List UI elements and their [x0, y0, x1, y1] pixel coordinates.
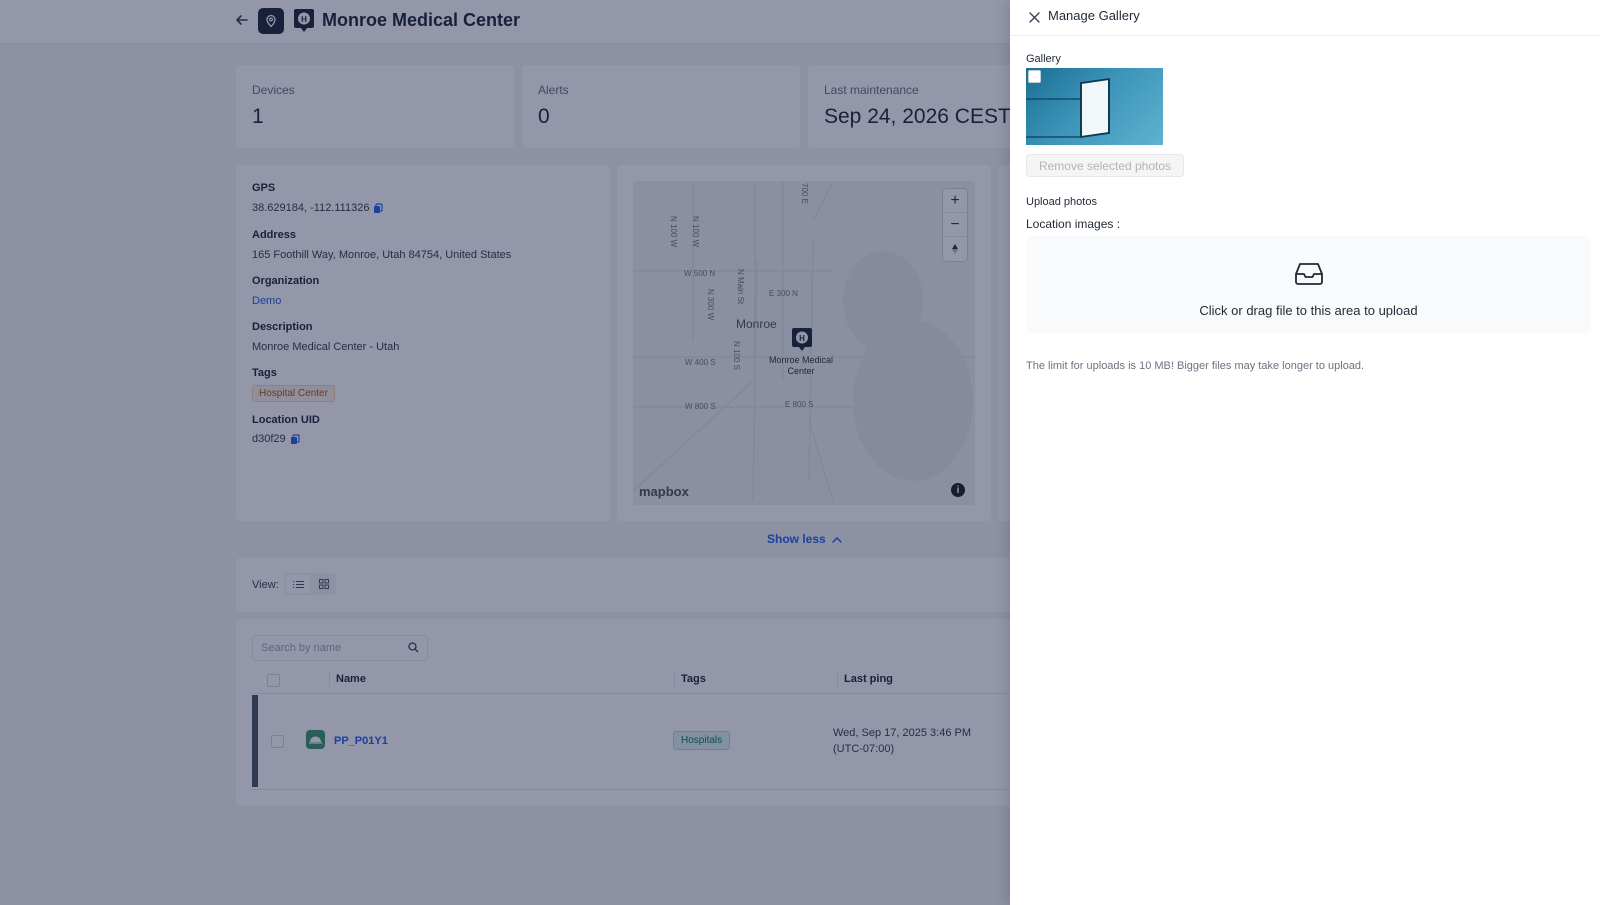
- remove-selected-photos-button[interactable]: Remove selected photos: [1026, 154, 1184, 177]
- upload-limit-note: The limit for uploads is 10 MB! Bigger f…: [1026, 360, 1365, 372]
- inbox-icon: [1294, 258, 1324, 288]
- upload-dropzone[interactable]: Click or drag file to this area to uploa…: [1026, 236, 1591, 333]
- photo-kiosk-screen: [1080, 77, 1110, 139]
- photo-select-checkbox[interactable]: [1028, 70, 1041, 83]
- gallery-photo[interactable]: [1026, 68, 1163, 145]
- upload-instructions: Click or drag file to this area to uploa…: [1199, 303, 1418, 318]
- photo-railing: [1026, 98, 1080, 138]
- drawer-title: Manage Gallery: [1048, 8, 1140, 23]
- close-icon[interactable]: [1026, 9, 1042, 25]
- upload-photos-label: Upload photos: [1026, 196, 1097, 208]
- location-images-label: Location images :: [1026, 217, 1121, 231]
- manage-gallery-drawer: Manage Gallery Gallery Remove selected p…: [1010, 0, 1600, 905]
- drawer-header: Manage Gallery: [1010, 0, 1600, 36]
- gallery-label: Gallery: [1026, 53, 1061, 65]
